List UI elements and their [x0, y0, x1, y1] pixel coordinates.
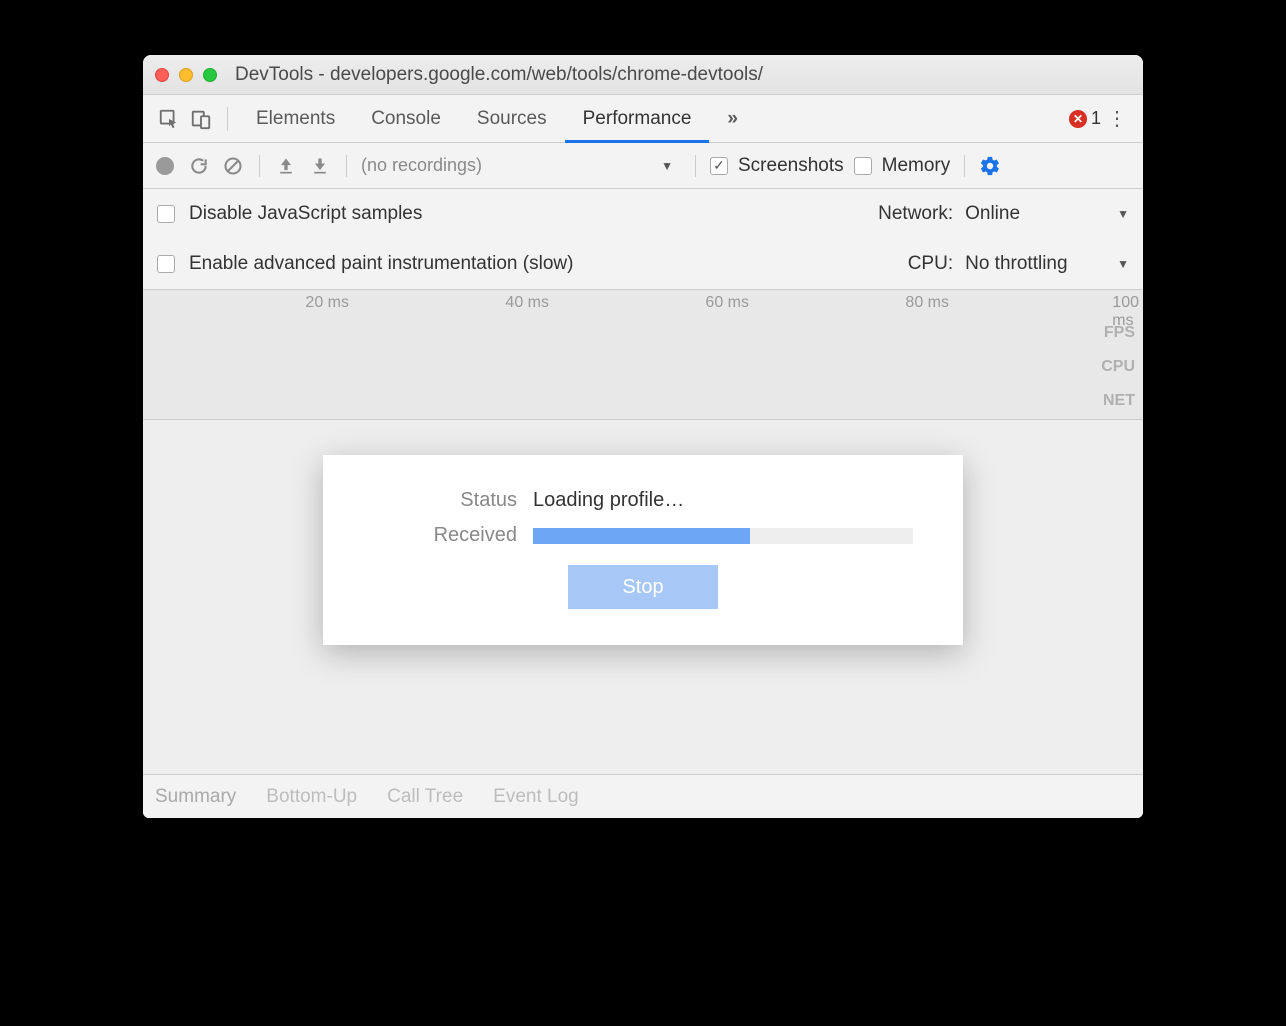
network-throttle-dropdown[interactable]: Network: Online ▼: [878, 203, 1129, 225]
chevron-down-icon: ▼: [1117, 207, 1129, 221]
save-profile-button[interactable]: [308, 156, 332, 176]
devtools-window: DevTools - developers.google.com/web/too…: [143, 55, 1143, 818]
error-count: 1: [1091, 108, 1101, 129]
window-title: DevTools - developers.google.com/web/too…: [235, 64, 763, 86]
chevron-down-icon: ▼: [661, 159, 673, 173]
divider: [259, 155, 260, 177]
divider: [964, 155, 965, 177]
divider: [346, 155, 347, 177]
stop-button[interactable]: Stop: [568, 565, 718, 609]
bottom-tab-calltree[interactable]: Call Tree: [385, 786, 465, 808]
received-progress-bar: [533, 528, 913, 544]
screenshots-label: Screenshots: [738, 155, 844, 177]
capture-settings-panel: Disable JavaScript samples Network: Onli…: [143, 189, 1143, 290]
disable-js-checkbox[interactable]: [157, 205, 175, 223]
reload-button[interactable]: [187, 156, 211, 176]
cpu-value: No throttling: [965, 253, 1105, 275]
recordings-dropdown[interactable]: (no recordings) ▼: [361, 155, 681, 176]
more-options-icon[interactable]: ⋮: [1101, 106, 1133, 131]
disable-js-label: Disable JavaScript samples: [189, 203, 422, 225]
received-label: Received: [353, 524, 533, 547]
settings-row-1: Disable JavaScript samples Network: Onli…: [143, 189, 1143, 239]
bottom-tab-eventlog[interactable]: Event Log: [491, 786, 581, 808]
timeline-ruler: 20 ms 40 ms 60 ms 80 ms 100 ms FPS CPU N…: [143, 290, 1143, 420]
tab-console[interactable]: Console: [353, 95, 459, 142]
clear-button[interactable]: [221, 156, 245, 176]
network-label: Network:: [878, 203, 953, 225]
ruler-tick: 60 ms: [705, 294, 753, 312]
status-value: Loading profile…: [533, 489, 684, 512]
inspect-element-icon[interactable]: [153, 103, 185, 135]
lane-net: NET: [1103, 392, 1135, 410]
recordings-placeholder: (no recordings): [361, 155, 482, 176]
tabs-overflow-button[interactable]: »: [709, 95, 756, 142]
zoom-window-button[interactable]: [203, 68, 217, 82]
enable-paint-checkbox[interactable]: [157, 255, 175, 273]
memory-checkbox[interactable]: [854, 157, 872, 175]
bottom-tabs: Summary Bottom-Up Call Tree Event Log: [143, 774, 1143, 818]
main-tabs-row: Elements Console Sources Performance » ✕…: [143, 95, 1143, 143]
cpu-throttle-dropdown[interactable]: CPU: No throttling ▼: [908, 253, 1129, 275]
divider: [227, 107, 228, 131]
screenshots-checkbox[interactable]: [710, 157, 728, 175]
memory-label: Memory: [882, 155, 951, 177]
timeline-canvas: Status Loading profile… Received Stop: [143, 420, 1143, 774]
traffic-lights: [155, 68, 217, 82]
bottom-tab-summary[interactable]: Summary: [153, 786, 238, 808]
performance-toolbar: (no recordings) ▼ Screenshots Memory: [143, 143, 1143, 189]
tab-performance[interactable]: Performance: [565, 95, 710, 142]
ruler-tick: 20 ms: [305, 294, 353, 312]
close-window-button[interactable]: [155, 68, 169, 82]
status-label: Status: [353, 489, 533, 512]
cpu-label: CPU:: [908, 253, 953, 275]
record-button[interactable]: [153, 157, 177, 175]
error-indicator[interactable]: ✕ 1: [1069, 108, 1101, 129]
capture-settings-icon[interactable]: [979, 155, 1001, 177]
progress-fill: [533, 528, 750, 544]
minimize-window-button[interactable]: [179, 68, 193, 82]
settings-row-2: Enable advanced paint instrumentation (s…: [143, 239, 1143, 289]
load-profile-button[interactable]: [274, 156, 298, 176]
chevron-down-icon: ▼: [1117, 257, 1129, 271]
toggle-device-toolbar-icon[interactable]: [185, 103, 217, 135]
titlebar: DevTools - developers.google.com/web/too…: [143, 55, 1143, 95]
tab-sources[interactable]: Sources: [459, 95, 565, 142]
loading-profile-dialog: Status Loading profile… Received Stop: [323, 455, 963, 645]
error-icon: ✕: [1069, 110, 1087, 128]
lane-cpu: CPU: [1101, 358, 1135, 376]
tab-elements[interactable]: Elements: [238, 95, 353, 142]
network-value: Online: [965, 203, 1105, 225]
lane-fps: FPS: [1104, 324, 1135, 342]
ruler-tick: 80 ms: [905, 294, 953, 312]
ruler-tick: 40 ms: [505, 294, 553, 312]
bottom-tab-bottomup[interactable]: Bottom-Up: [264, 786, 359, 808]
divider: [695, 155, 696, 177]
enable-paint-label: Enable advanced paint instrumentation (s…: [189, 253, 573, 275]
